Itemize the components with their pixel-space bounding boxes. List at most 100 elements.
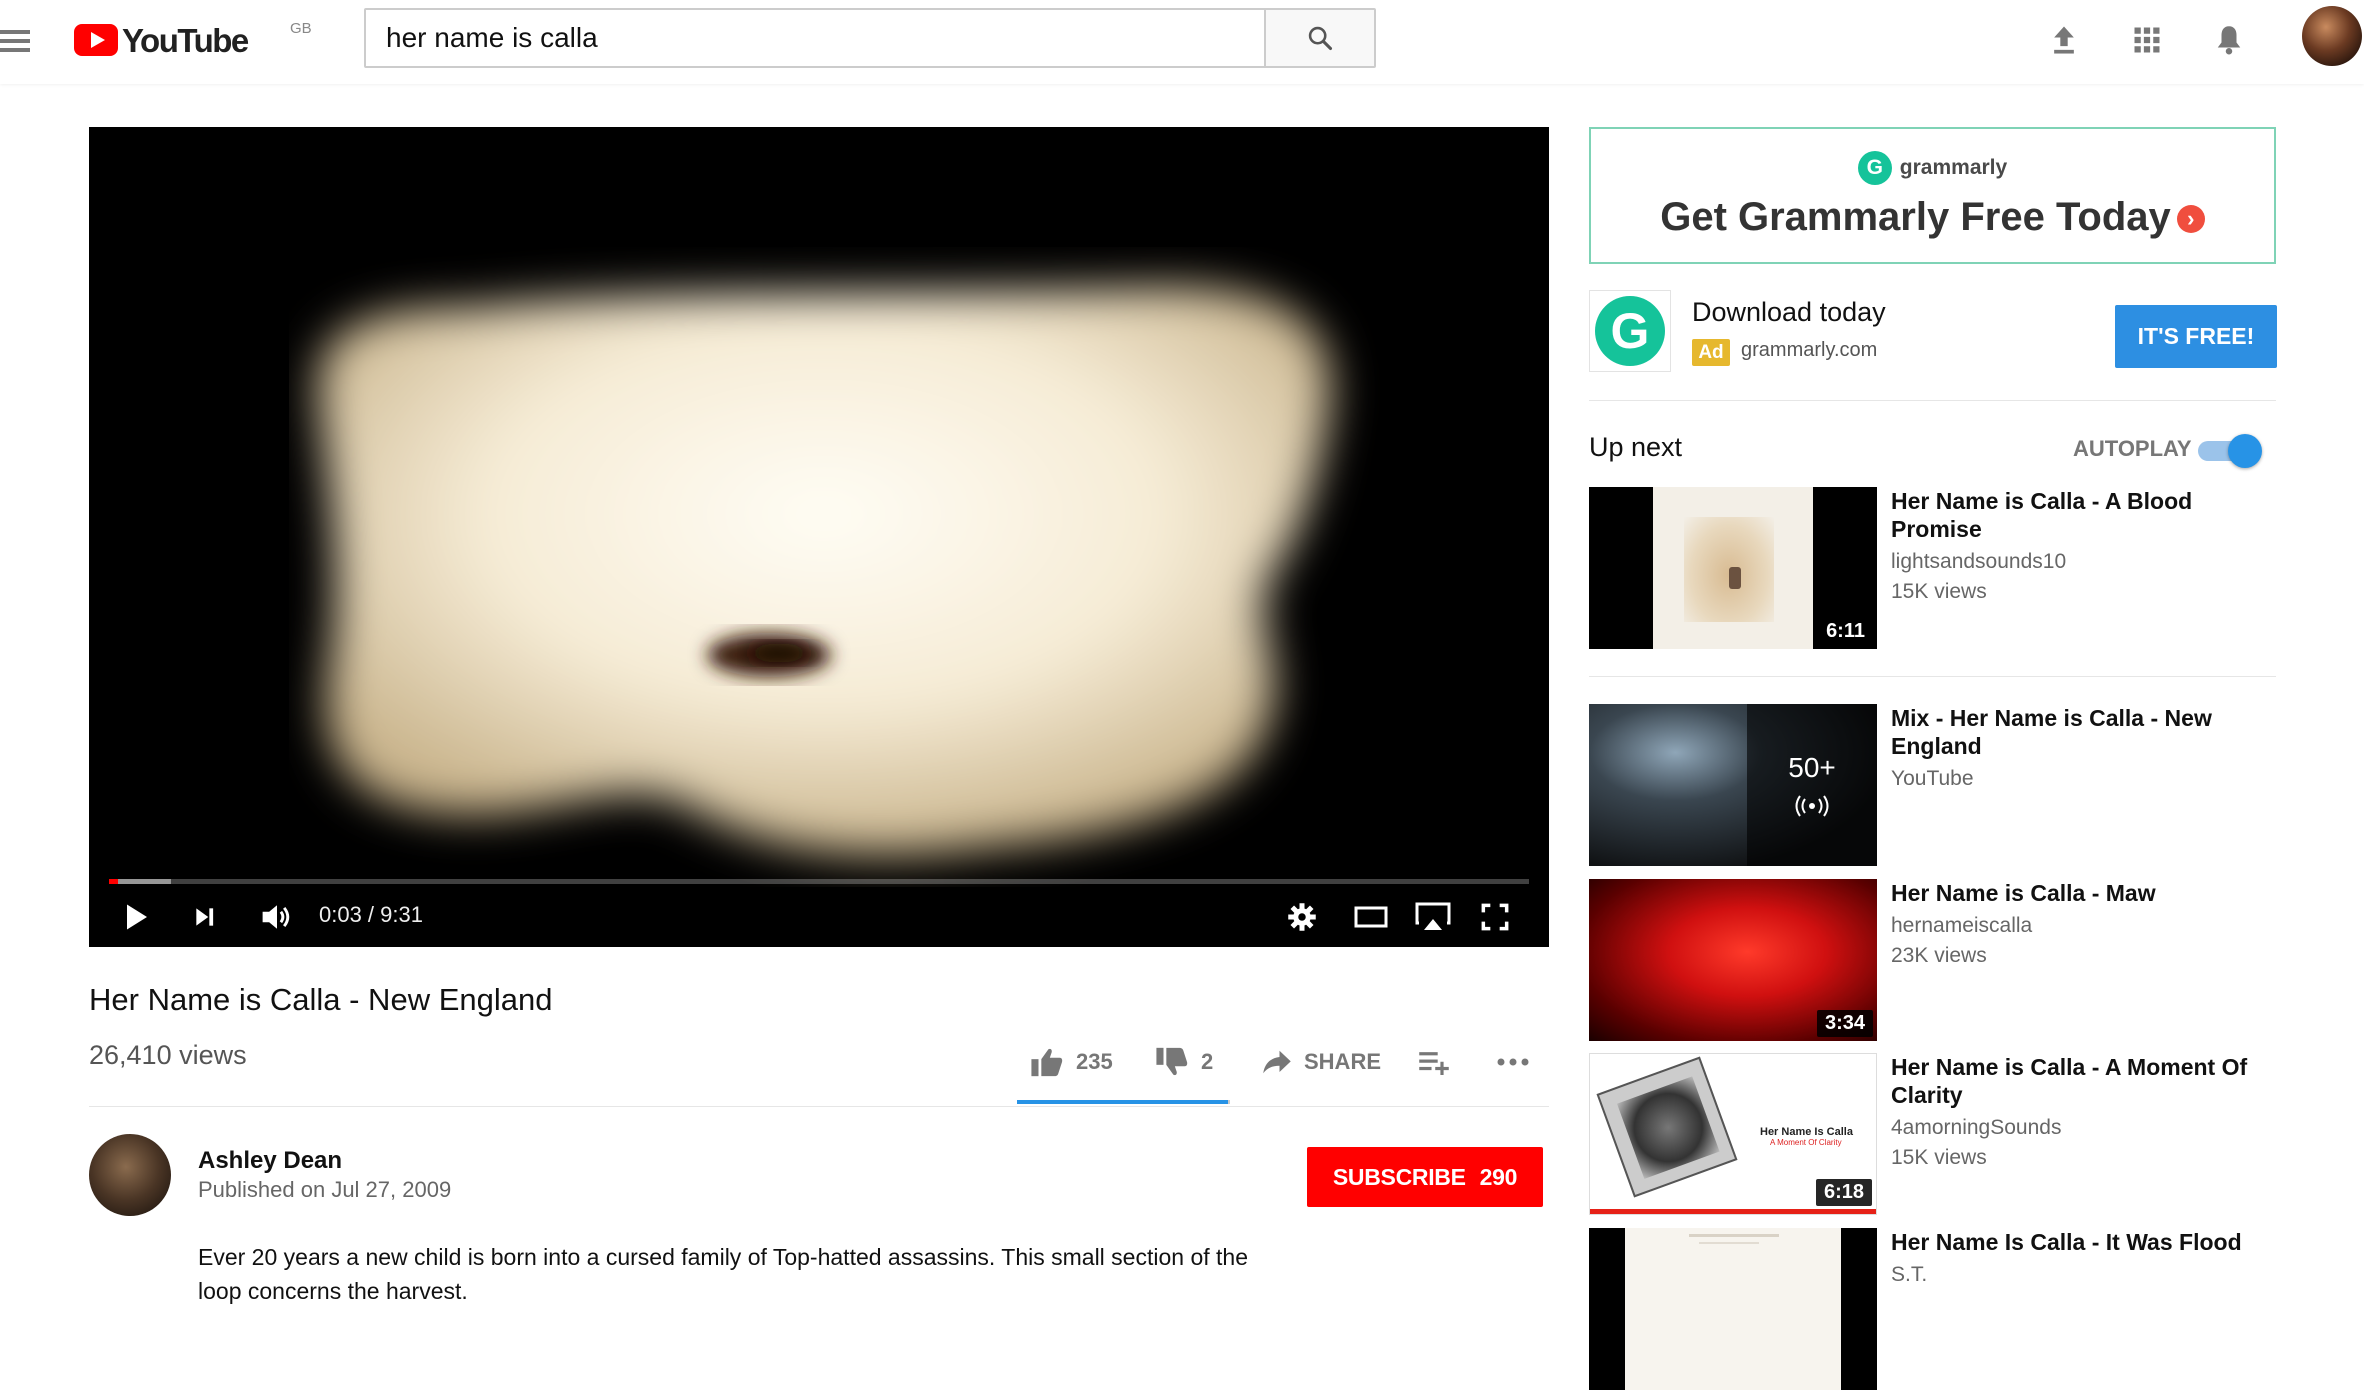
progress-loaded	[109, 879, 172, 884]
volume-button[interactable]	[257, 897, 297, 937]
recommendation-title[interactable]: Her Name Is Calla - It Was Flood	[1891, 1228, 2251, 1256]
recommendation-thumbnail[interactable]: 3:34	[1589, 879, 1877, 1041]
fullscreen-button[interactable]	[1475, 897, 1515, 937]
like-count: 235	[1076, 1049, 1113, 1074]
theater-mode-icon	[1354, 906, 1388, 928]
video-duration: 6:11	[1818, 618, 1873, 645]
gear-icon	[1288, 903, 1316, 931]
recommendation-channel: YouTube	[1891, 767, 1974, 790]
video-duration: 6:18	[1815, 1179, 1872, 1206]
search-box	[364, 8, 1376, 68]
channel-name[interactable]: Ashley Dean	[198, 1147, 342, 1175]
time-display: 0:03 / 9:31	[319, 902, 423, 927]
divider	[89, 1106, 1549, 1107]
recommendation-views: 15K views	[1891, 1146, 1987, 1169]
sentiment-like-fill	[1017, 1100, 1228, 1104]
chevron-right-icon: ›	[2176, 205, 2205, 233]
autoplay-toggle[interactable]	[2198, 434, 2262, 468]
fullscreen-icon	[1481, 903, 1509, 931]
airplay-icon	[1415, 902, 1451, 930]
up-next-heading: Up next	[1589, 432, 1683, 462]
ad-headline: Get Grammarly Free Today ›	[1591, 195, 2274, 240]
recommendation-thumbnail[interactable]: 50+	[1589, 704, 1877, 866]
volume-icon	[262, 905, 290, 929]
recommendation-thumbnail[interactable]: Her Name Is Calla A Moment Of Clarity 6:…	[1589, 1053, 1877, 1215]
recommendation-item[interactable]: 3:34 Her Name is Calla - Maw hernameisca…	[1589, 879, 2289, 1041]
dislike-button[interactable]: 2	[1155, 1042, 1213, 1082]
channel-avatar[interactable]	[89, 1134, 171, 1216]
video-title: Her Name is Calla - New England	[89, 982, 553, 1017]
recommendation-channel: S.T.	[1891, 1263, 1928, 1286]
thumbs-up-icon	[1031, 1048, 1063, 1077]
play-icon	[127, 904, 147, 930]
video-frame	[317, 286, 1331, 855]
more-horizontal-icon	[1497, 1058, 1529, 1066]
thumbs-down-icon	[1156, 1047, 1188, 1076]
recommendation-channel: 4amorningSounds	[1891, 1116, 2062, 1139]
share-button[interactable]: SHARE	[1262, 1042, 1381, 1082]
subscribe-label: SUBSCRIBE	[1332, 1163, 1466, 1190]
ad-headline-text: Get Grammarly Free Today	[1660, 195, 2171, 239]
search-icon	[1308, 26, 1333, 51]
recommendation-views: 15K views	[1891, 580, 1987, 603]
grammarly-g-icon: G	[1595, 296, 1665, 366]
dislike-count: 2	[1201, 1049, 1214, 1074]
autoplay-label: AUTOPLAY	[2073, 436, 2192, 461]
recommendation-item[interactable]: 50+ Mix - Her Name is Calla - New Englan…	[1589, 704, 2289, 866]
search-input[interactable]	[366, 10, 1264, 66]
skip-next-icon	[196, 908, 214, 926]
cast-button[interactable]	[1413, 897, 1453, 937]
view-count: 26,410 views	[89, 1040, 247, 1070]
ad-domain: grammarly.com	[1741, 339, 1878, 361]
ad-cta-text[interactable]: Download today	[1692, 297, 1886, 328]
like-button[interactable]: 235	[1030, 1042, 1113, 1082]
mix-radio-icon	[1795, 795, 1829, 817]
recommendation-item[interactable]: 6:11 Her Name is Calla - A Blood Promise…	[1589, 487, 2289, 649]
progress-played	[109, 879, 118, 884]
progress-bar[interactable]	[109, 879, 1529, 884]
subscribe-button[interactable]: SUBSCRIBE 290	[1307, 1147, 1543, 1207]
subscriber-count: 290	[1479, 1163, 1518, 1190]
playlist-add-icon	[1419, 1052, 1449, 1075]
search-button[interactable]	[1264, 10, 1374, 66]
recommendation-item[interactable]: Her Name Is Calla - It Was Flood S.T.	[1589, 1228, 2289, 1390]
recommendation-item[interactable]: Her Name Is Calla A Moment Of Clarity 6:…	[1589, 1053, 2289, 1215]
ad-banner[interactable]: G grammarly Get Grammarly Free Today ›	[1589, 127, 2276, 264]
recommendation-title[interactable]: Mix - Her Name is Calla - New England	[1891, 704, 2251, 760]
grammarly-logo-icon: G	[1857, 151, 1892, 185]
add-to-playlist-button[interactable]	[1418, 1042, 1450, 1082]
notifications-bell-icon[interactable]	[2207, 18, 2251, 62]
recommendation-thumbnail[interactable]: 6:11	[1589, 487, 1877, 649]
ad-badge: Ad	[1692, 339, 1730, 366]
settings-button[interactable]	[1282, 897, 1322, 937]
video-description: Ever 20 years a new child is born into a…	[198, 1244, 1248, 1304]
recommendation-thumbnail[interactable]	[1589, 1228, 1877, 1390]
share-label: SHARE	[1304, 1049, 1382, 1074]
ad-logo[interactable]: G	[1589, 290, 1671, 372]
thumbnail-caption-sub: A Moment Of Clarity	[1770, 1138, 1842, 1147]
autoplay-knob	[2228, 434, 2262, 468]
ad-brand-name: grammarly	[1899, 156, 2008, 179]
more-actions-button[interactable]	[1496, 1042, 1530, 1082]
sentiment-bar	[1017, 1100, 1230, 1104]
account-avatar[interactable]	[2302, 6, 2362, 66]
divider	[1589, 676, 2276, 677]
thumbnail-caption: Her Name Is Calla	[1760, 1126, 1853, 1138]
share-icon	[1263, 1050, 1291, 1074]
video-duration: 3:34	[1816, 1010, 1873, 1037]
next-button[interactable]	[185, 897, 225, 937]
recommendation-channel: hernameiscalla	[1891, 914, 2033, 937]
play-button[interactable]	[117, 897, 157, 937]
theater-mode-button[interactable]	[1351, 897, 1391, 937]
ad-free-button[interactable]: IT'S FREE!	[2115, 305, 2277, 368]
logo-text: YouTube	[122, 22, 249, 59]
upload-icon[interactable]	[2042, 18, 2086, 62]
recommendation-title[interactable]: Her Name is Calla - Maw	[1891, 879, 2251, 907]
recommendation-title[interactable]: Her Name is Calla - A Moment Of Clarity	[1891, 1053, 2251, 1109]
recommendation-title[interactable]: Her Name is Calla - A Blood Promise	[1891, 487, 2251, 543]
masthead: YouTube GB	[0, 0, 2364, 84]
recommendation-channel: lightsandsounds10	[1891, 550, 2067, 573]
video-player[interactable]: 0:03 / 9:31	[89, 127, 1549, 947]
menu-icon[interactable]	[0, 22, 40, 62]
apps-icon[interactable]	[2125, 18, 2169, 62]
